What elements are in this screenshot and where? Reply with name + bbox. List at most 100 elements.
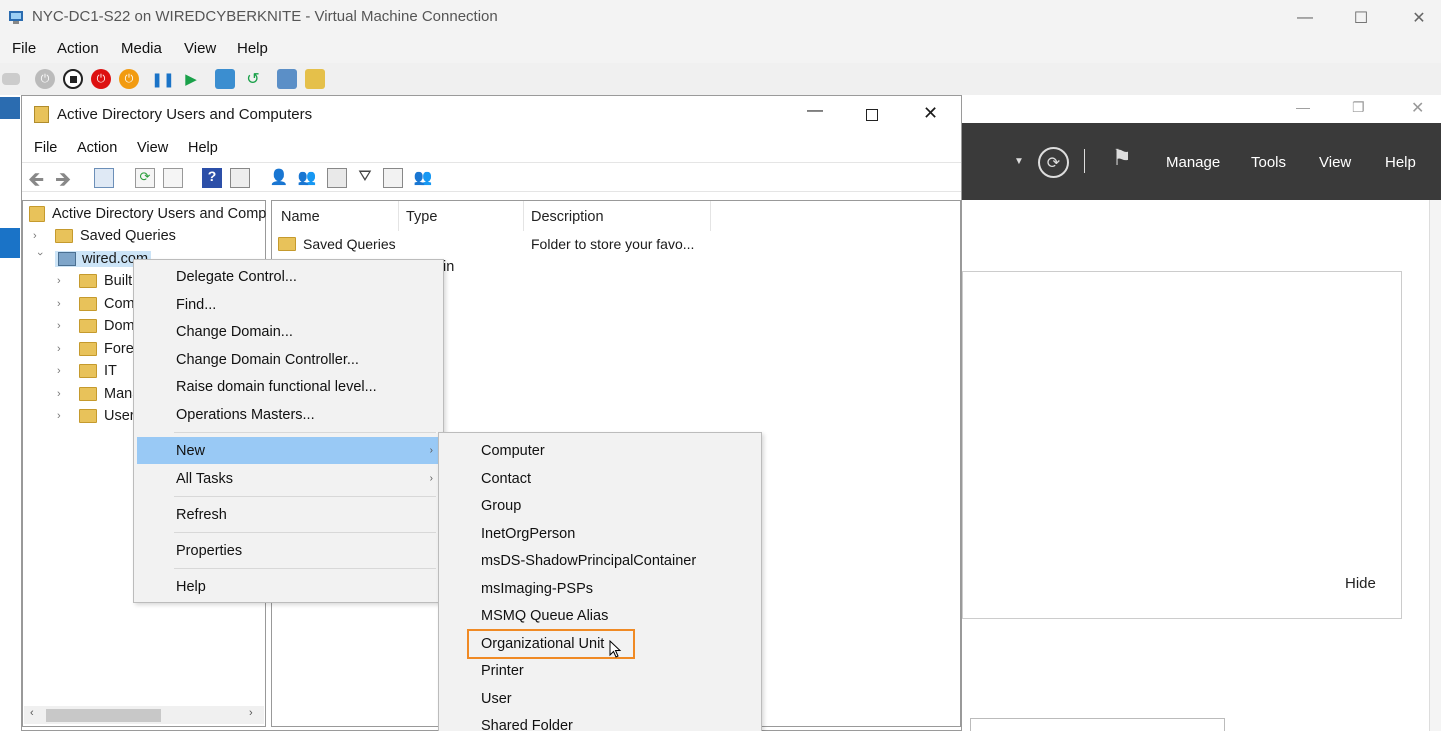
sm-close-button[interactable]: ✕ <box>1411 98 1424 118</box>
aduc-maximize-button[interactable] <box>866 109 878 121</box>
sm-scrollbar[interactable] <box>1429 200 1441 731</box>
aduc-close-button[interactable]: ✕ <box>923 103 938 124</box>
column-header-name[interactable]: Name <box>281 209 320 225</box>
aduc-minimize-button[interactable]: — <box>807 102 823 120</box>
aduc-menu-file[interactable]: File <box>34 140 57 156</box>
menu-operations-masters[interactable]: Operations Masters... <box>134 401 443 428</box>
vm-maximize-button[interactable]: ☐ <box>1338 0 1384 35</box>
resume-icon[interactable]: ▶ <box>181 69 201 89</box>
expand-chevron-icon[interactable]: › <box>57 298 71 310</box>
save-state-icon[interactable]: ⏻ <box>119 69 139 89</box>
expand-chevron-icon[interactable]: › <box>57 365 71 377</box>
checkpoint-icon[interactable] <box>215 69 235 89</box>
expand-chevron-icon[interactable]: › <box>57 275 71 287</box>
aduc-menu-action[interactable]: Action <box>77 140 117 156</box>
scroll-thumb[interactable] <box>46 709 161 722</box>
menu-refresh[interactable]: Refresh <box>134 501 443 528</box>
menu-change-domain-controller[interactable]: Change Domain Controller... <box>134 346 443 373</box>
vm-close-button[interactable]: ✕ <box>1396 0 1441 35</box>
share-icon[interactable] <box>305 69 325 89</box>
collapse-chevron-icon[interactable]: › <box>34 252 46 266</box>
menu-find[interactable]: Find... <box>134 291 443 318</box>
tree-child[interactable]: › Mana <box>57 383 140 405</box>
aduc-menu-help[interactable]: Help <box>188 140 218 156</box>
help-icon[interactable]: ? <box>202 168 222 188</box>
column-separator[interactable] <box>523 201 524 231</box>
ctrl-alt-del-icon[interactable] <box>2 73 20 85</box>
tree-child[interactable]: › Forei <box>57 338 137 360</box>
refresh-icon[interactable]: ⟳ <box>1038 147 1069 178</box>
add-to-group-icon[interactable]: 👥 <box>413 168 433 188</box>
shutdown-icon[interactable]: ⏻ <box>91 69 111 89</box>
vm-menu-view[interactable]: View <box>184 40 216 57</box>
tree-root[interactable]: Active Directory Users and Comp <box>29 203 266 225</box>
sm-restore-button[interactable]: ❐ <box>1352 99 1365 116</box>
tree-child[interactable]: › Builti <box>57 270 135 292</box>
tree-horizontal-scrollbar[interactable]: ‹ › <box>24 706 264 724</box>
menu-help[interactable]: Help <box>134 573 443 600</box>
notifications-flag-icon[interactable]: ⚑ <box>1112 145 1132 171</box>
sm-menu-view[interactable]: View <box>1319 154 1351 171</box>
expand-chevron-icon[interactable]: › <box>57 343 71 355</box>
find-icon[interactable] <box>383 168 403 188</box>
tree-child[interactable]: › Dom <box>57 315 135 337</box>
menu-delegate-control[interactable]: Delegate Control... <box>134 263 443 290</box>
column-separator[interactable] <box>398 201 399 231</box>
submenu-shared-folder[interactable]: Shared Folder <box>439 712 761 731</box>
submenu-contact[interactable]: Contact <box>439 465 761 492</box>
submenu-computer[interactable]: Computer <box>439 437 761 464</box>
revert-icon[interactable]: ↺ <box>243 69 263 89</box>
menu-properties[interactable]: Properties <box>134 537 443 564</box>
menu-new[interactable]: New › <box>134 437 443 464</box>
menu-change-domain[interactable]: Change Domain... <box>134 318 443 345</box>
vm-menu-file[interactable]: File <box>12 40 36 57</box>
tree-child[interactable]: › IT <box>57 360 117 382</box>
start-icon[interactable]: ⏻ <box>35 69 55 89</box>
sm-menu-manage[interactable]: Manage <box>1166 154 1220 171</box>
submenu-msmq[interactable]: MSMQ Queue Alias <box>439 602 761 629</box>
new-group-icon[interactable]: 👥 <box>297 168 317 188</box>
refresh-icon[interactable]: ⟳ <box>135 168 155 188</box>
hide-link[interactable]: Hide <box>1345 575 1376 592</box>
scroll-right-icon[interactable]: › <box>249 707 253 719</box>
sm-menu-help[interactable]: Help <box>1385 154 1416 171</box>
vm-menu-action[interactable]: Action <box>57 40 99 57</box>
column-header-description[interactable]: Description <box>531 209 604 225</box>
sm-minimize-button[interactable]: — <box>1296 99 1310 115</box>
sm-menu-tools[interactable]: Tools <box>1251 154 1286 171</box>
aduc-menu-view[interactable]: View <box>137 140 168 156</box>
tree-child[interactable]: › Users <box>57 405 142 427</box>
turn-off-icon[interactable] <box>63 69 83 89</box>
dashboard-tab[interactable] <box>0 228 20 258</box>
vm-menu-media[interactable]: Media <box>121 40 162 57</box>
action-pane-icon[interactable] <box>230 168 250 188</box>
tree-saved-queries[interactable]: › Saved Queries <box>33 225 176 247</box>
expand-chevron-icon[interactable]: › <box>33 230 47 242</box>
submenu-user[interactable]: User <box>439 685 761 712</box>
expand-chevron-icon[interactable]: › <box>57 320 71 332</box>
back-icon[interactable]: 🡸 <box>28 165 44 199</box>
show-console-tree-icon[interactable] <box>94 168 114 188</box>
new-user-icon[interactable]: 👤 <box>269 168 289 188</box>
menu-raise-functional-level[interactable]: Raise domain functional level... <box>134 373 443 400</box>
column-separator[interactable] <box>710 201 711 231</box>
submenu-group[interactable]: Group <box>439 492 761 519</box>
list-item[interactable]: Saved Queries Folder to store your favo.… <box>278 233 718 255</box>
menu-all-tasks[interactable]: All Tasks › <box>134 465 443 492</box>
forward-icon[interactable]: 🡺 <box>55 165 71 199</box>
export-list-icon[interactable] <box>163 168 183 188</box>
tree-child[interactable]: › Comp <box>57 293 143 315</box>
new-ou-icon[interactable] <box>327 168 347 188</box>
submenu-inetorgperson[interactable]: InetOrgPerson <box>439 520 761 547</box>
enhanced-session-icon[interactable] <box>277 69 297 89</box>
scroll-left-icon[interactable]: ‹ <box>30 707 34 719</box>
expand-chevron-icon[interactable]: › <box>57 410 71 422</box>
expand-chevron-icon[interactable]: › <box>57 388 71 400</box>
vm-menu-help[interactable]: Help <box>237 40 268 57</box>
vm-minimize-button[interactable]: — <box>1282 0 1328 35</box>
submenu-msds-shadow[interactable]: msDS-ShadowPrincipalContainer <box>439 547 761 574</box>
dropdown-arrow-icon[interactable]: ▼ <box>1014 156 1024 167</box>
column-header-type[interactable]: Type <box>406 209 437 225</box>
submenu-msimaging[interactable]: msImaging-PSPs <box>439 575 761 602</box>
submenu-printer[interactable]: Printer <box>439 657 761 684</box>
